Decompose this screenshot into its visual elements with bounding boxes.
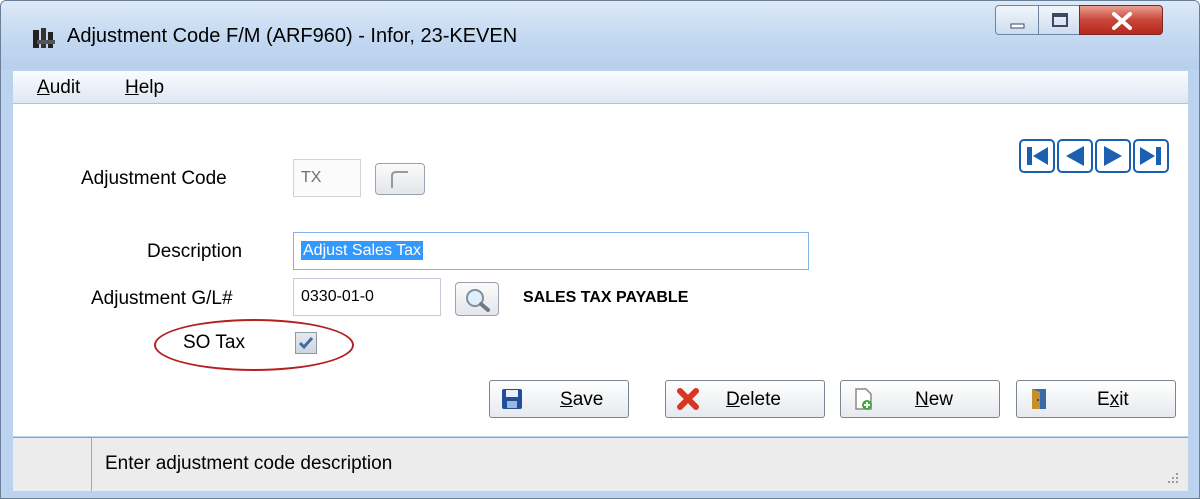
status-indicator-pane xyxy=(13,438,92,491)
next-record-icon xyxy=(1104,146,1122,166)
close-button[interactable] xyxy=(1079,5,1163,35)
close-icon xyxy=(1112,12,1132,30)
status-bar: Enter adjustment code description xyxy=(13,437,1188,491)
delete-button[interactable]: Delete xyxy=(665,380,825,418)
form-panel: Adjustment Code TX Description Adjust Sa… xyxy=(13,104,1188,436)
minimize-button[interactable] xyxy=(995,5,1039,35)
maximize-icon xyxy=(1052,13,1068,27)
menu-help[interactable]: Help xyxy=(125,77,164,99)
exit-button[interactable]: Exit xyxy=(1016,380,1176,418)
maximize-button[interactable] xyxy=(1038,5,1080,35)
first-record-icon xyxy=(1027,147,1048,165)
title-bar[interactable]: Adjustment Code F/M (ARF960) - Infor, 23… xyxy=(1,1,1199,69)
floppy-disk-icon xyxy=(502,389,522,409)
previous-record-icon xyxy=(1066,146,1084,166)
minimize-icon xyxy=(1010,23,1025,29)
last-record-icon xyxy=(1140,147,1161,165)
adjustment-code-field[interactable]: TX xyxy=(293,159,361,197)
app-icon xyxy=(33,28,55,48)
new-document-icon xyxy=(855,388,872,410)
description-text: Adjust Sales Tax xyxy=(301,241,423,260)
new-button[interactable]: New xyxy=(840,380,1000,418)
status-message: Enter adjustment code description xyxy=(105,453,393,474)
description-field[interactable]: Adjust Sales Tax xyxy=(293,232,809,270)
magnifier-icon xyxy=(466,289,490,312)
adjustment-gl-field[interactable]: 0330-01-0 xyxy=(293,278,441,316)
menu-bar: Audit Help xyxy=(13,71,1188,104)
last-record-button[interactable] xyxy=(1133,139,1169,173)
description-label: Description xyxy=(147,241,243,262)
resize-grip-icon[interactable] xyxy=(1166,471,1180,485)
window-title: Adjustment Code F/M (ARF960) - Infor, 23… xyxy=(67,25,518,47)
save-button[interactable]: Save xyxy=(489,380,629,418)
highlight-circle xyxy=(154,319,354,371)
adjustment-gl-label: Adjustment G/L# xyxy=(91,288,233,309)
previous-record-button[interactable] xyxy=(1057,139,1093,173)
exit-door-icon xyxy=(1032,389,1046,409)
gl-account-name: SALES TAX PAYABLE xyxy=(523,289,689,306)
first-record-button[interactable] xyxy=(1019,139,1055,173)
application-window: Adjustment Code F/M (ARF960) - Infor, 23… xyxy=(0,0,1200,499)
next-record-button[interactable] xyxy=(1095,139,1131,173)
red-x-icon xyxy=(677,388,699,410)
gl-lookup-button[interactable] xyxy=(455,282,499,316)
menu-audit[interactable]: Audit xyxy=(37,77,80,99)
code-lookup-button[interactable] xyxy=(375,163,425,195)
blank-button-icon xyxy=(391,171,408,188)
adjustment-code-label: Adjustment Code xyxy=(81,168,227,189)
